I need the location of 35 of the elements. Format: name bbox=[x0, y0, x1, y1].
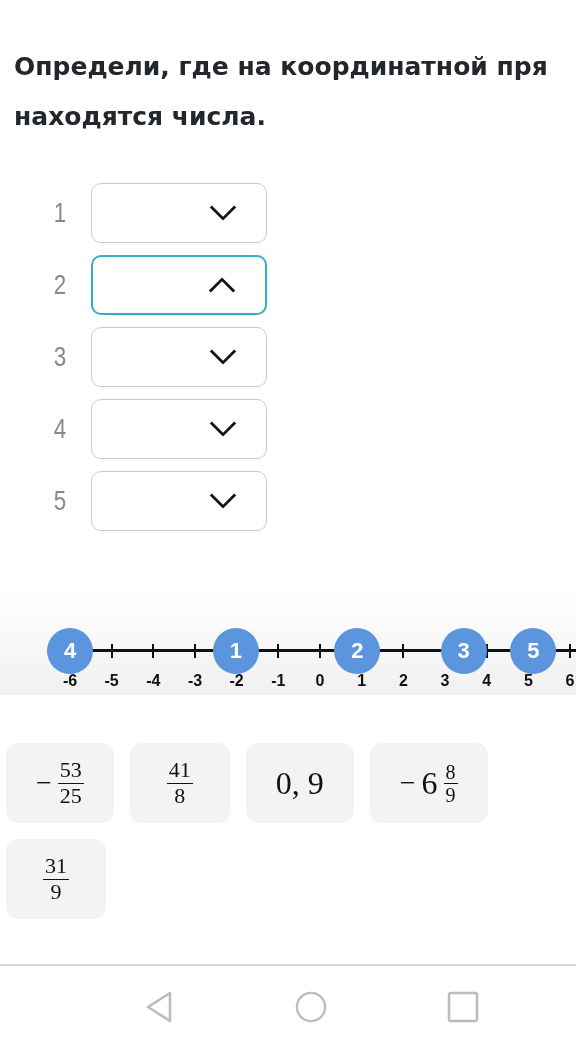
tick-label: -3 bbox=[187, 672, 203, 690]
answer-dropdown[interactable] bbox=[91, 399, 267, 459]
chevron-up-icon bbox=[207, 276, 237, 294]
tick-label: -6 bbox=[62, 672, 78, 690]
tick-label: 2 bbox=[398, 672, 408, 690]
tick-label: 1 bbox=[357, 672, 367, 690]
answer-dropdown[interactable] bbox=[91, 471, 267, 531]
number-card[interactable]: 41 8 bbox=[129, 743, 230, 823]
question-text: Определи, где на координатной пря bbox=[14, 51, 548, 83]
tick-label: -2 bbox=[229, 672, 244, 690]
number-card[interactable]: 31 9 bbox=[6, 839, 106, 919]
tick-label: 4 bbox=[482, 672, 492, 690]
tick-label: 3 bbox=[440, 672, 450, 690]
tick-label: 0 bbox=[315, 672, 325, 690]
number-card[interactable]: 0, 9 bbox=[245, 743, 354, 823]
tick-label: -1 bbox=[271, 672, 286, 690]
answer-dropdown[interactable] bbox=[91, 183, 267, 243]
answer-dropdown[interactable] bbox=[91, 255, 267, 315]
chevron-down-icon bbox=[208, 348, 238, 366]
chevron-down-icon bbox=[208, 492, 238, 510]
home-icon[interactable] bbox=[295, 990, 327, 1024]
answer-number: 1 bbox=[52, 197, 68, 229]
tick-label: -4 bbox=[146, 672, 161, 690]
chevron-down-icon bbox=[208, 420, 238, 438]
tick-label: 5 bbox=[523, 672, 533, 690]
tick-label: 6 bbox=[565, 672, 575, 690]
chevron-down-icon bbox=[208, 204, 238, 222]
answer-number: 2 bbox=[52, 269, 68, 301]
answer-number: 3 bbox=[52, 341, 68, 373]
answer-number: 4 bbox=[52, 413, 68, 445]
question-text: находятся числа. bbox=[14, 101, 266, 133]
tick-label: -5 bbox=[104, 672, 119, 690]
answer-dropdown[interactable] bbox=[91, 327, 267, 387]
answer-number: 5 bbox=[52, 485, 68, 517]
recent-apps-icon[interactable] bbox=[447, 990, 479, 1024]
